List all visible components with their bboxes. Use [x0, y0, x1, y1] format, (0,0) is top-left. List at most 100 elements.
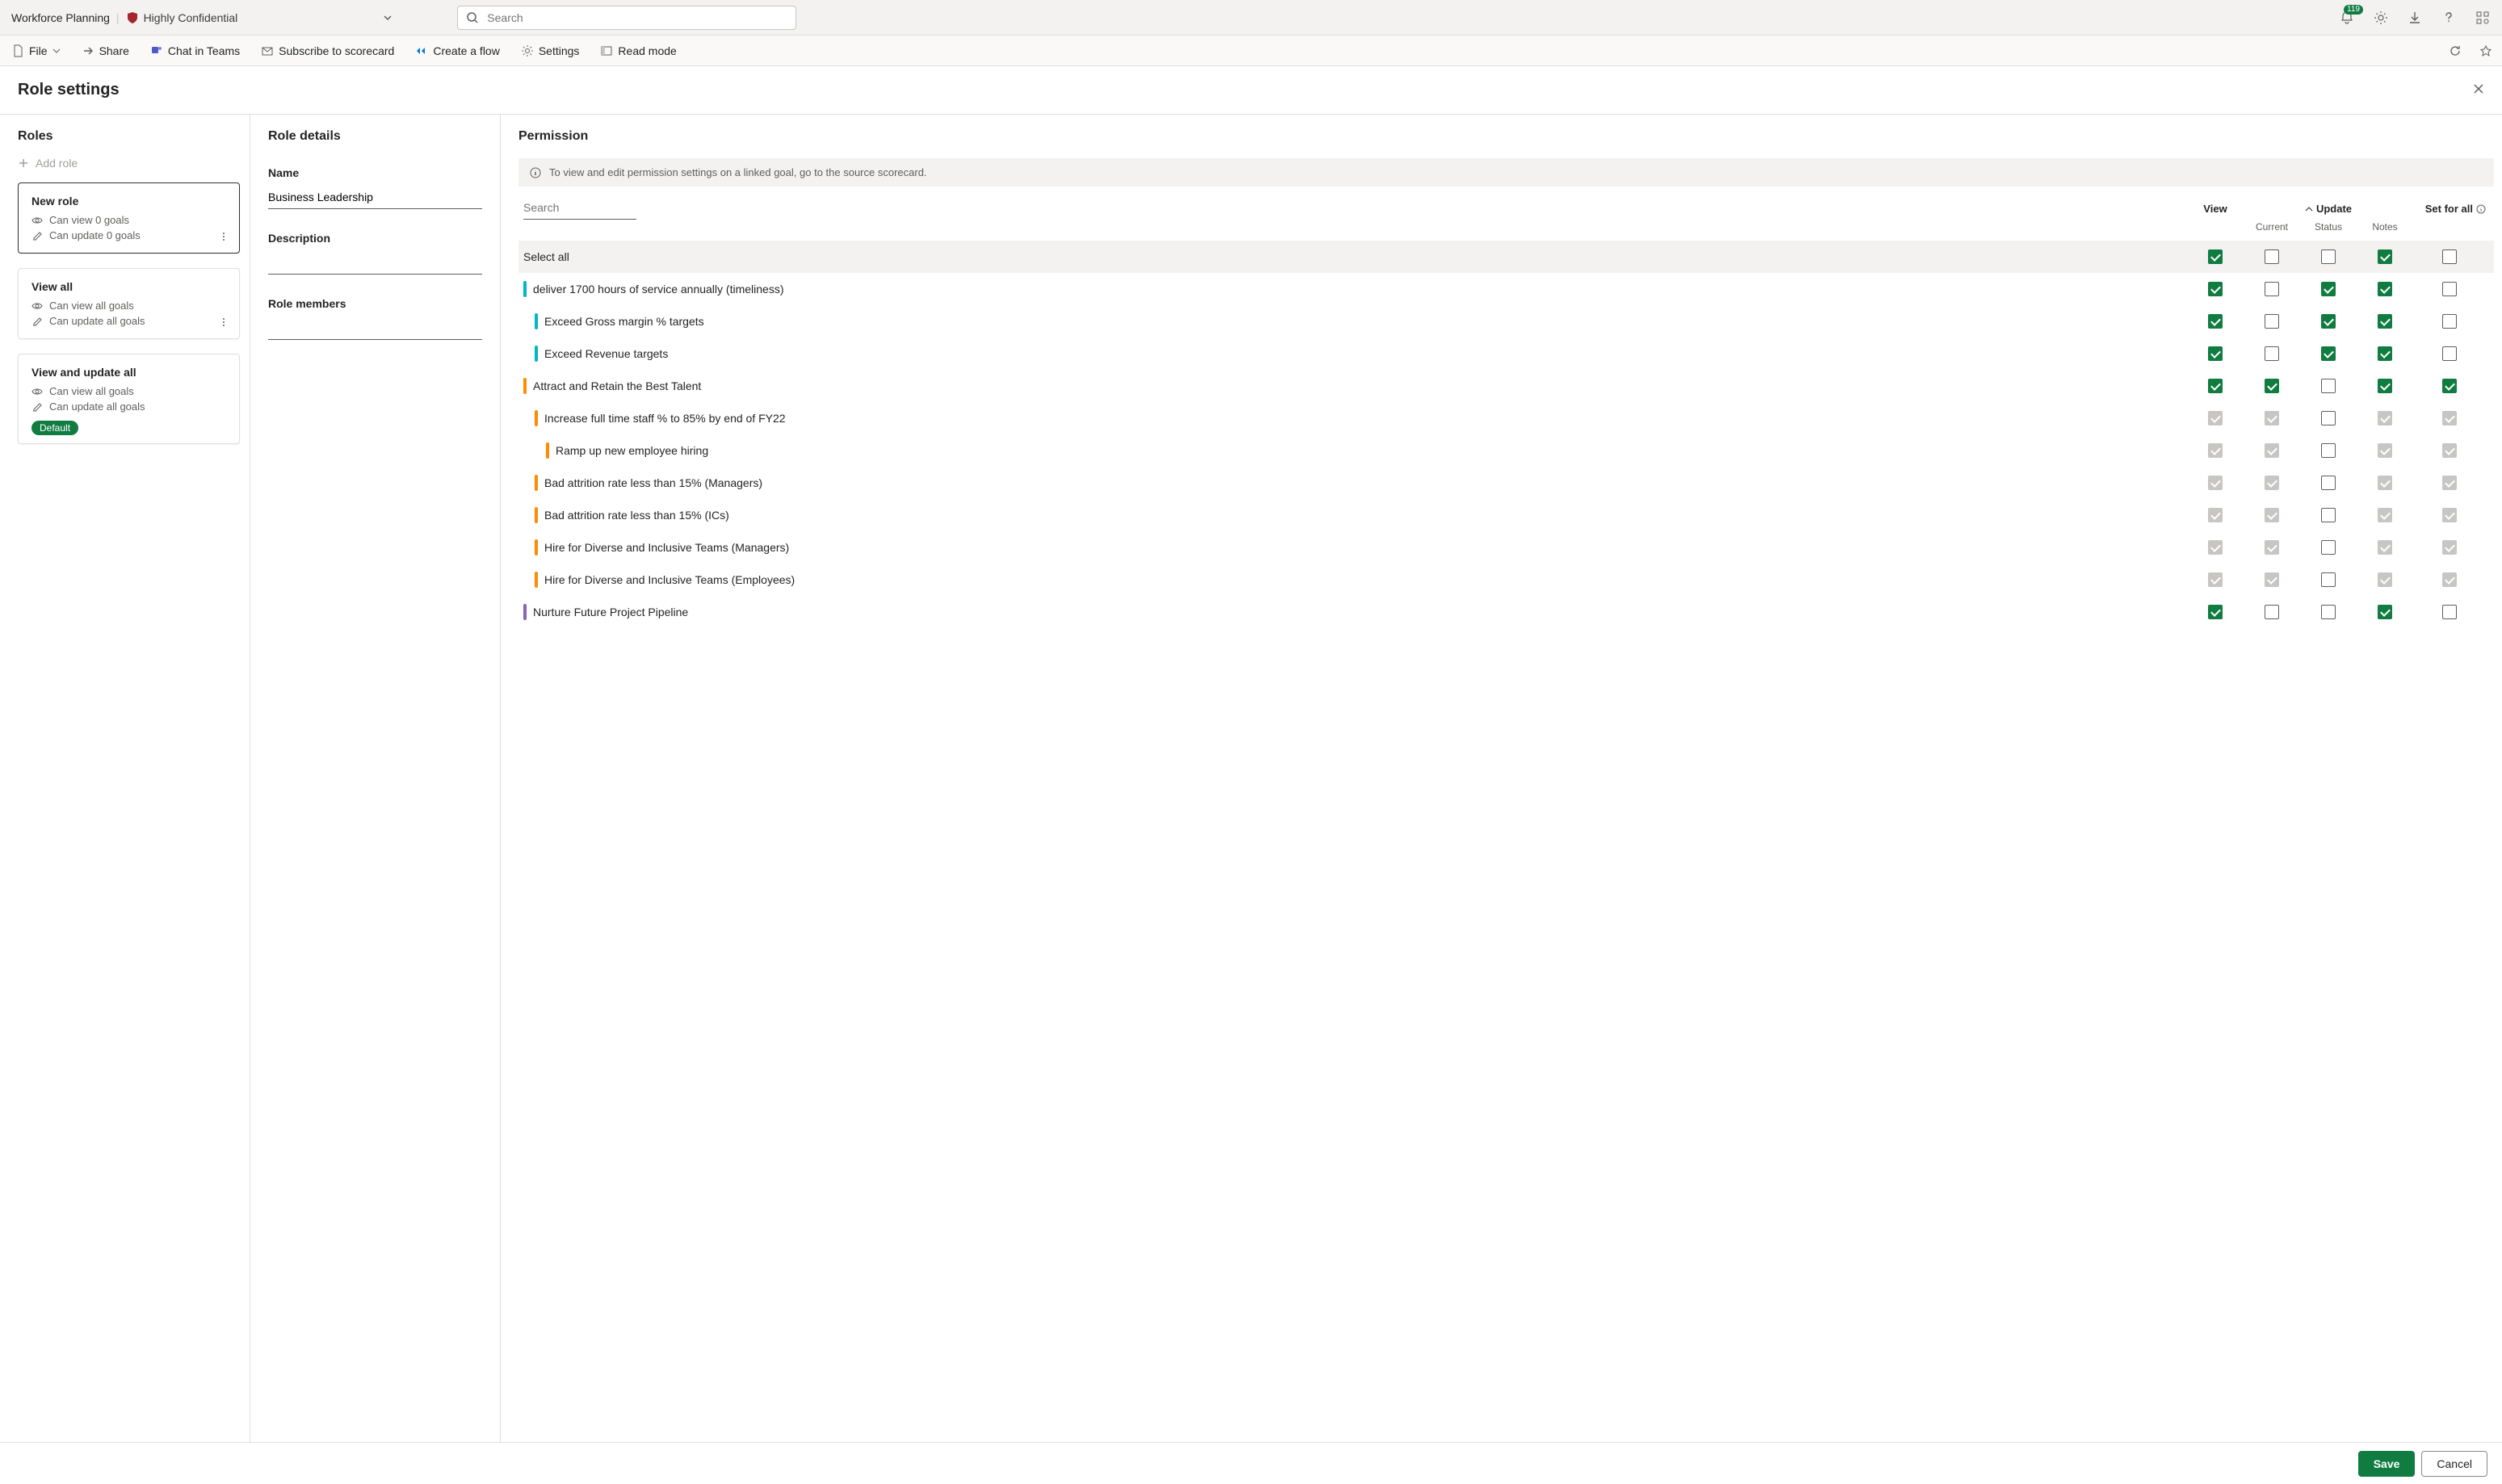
create-flow-button[interactable]: Create a flow: [412, 41, 502, 61]
role-card[interactable]: View allCan view all goalsCan update all…: [18, 268, 240, 339]
checkbox[interactable]: [2321, 379, 2336, 393]
checkbox: [2265, 572, 2279, 587]
permission-row: Attract and Retain the Best Talent: [518, 370, 2494, 402]
app-launcher-button[interactable]: [2475, 10, 2491, 26]
checkbox[interactable]: [2321, 249, 2336, 264]
checkbox[interactable]: [2378, 605, 2392, 619]
checkbox[interactable]: [2321, 540, 2336, 555]
settings-button[interactable]: [2373, 10, 2389, 26]
checkbox[interactable]: [2208, 605, 2223, 619]
add-role-label: Add role: [36, 157, 78, 170]
col-update[interactable]: Update: [2244, 203, 2413, 215]
checkbox[interactable]: [2442, 605, 2457, 619]
checkbox: [2442, 411, 2457, 425]
download-button[interactable]: [2407, 10, 2423, 26]
bookmark-button[interactable]: [2478, 43, 2494, 59]
checkbox[interactable]: [2208, 314, 2223, 329]
chat-teams-button[interactable]: Chat in Teams: [147, 41, 243, 61]
permission-subcolumns: Current Status Notes: [518, 221, 2494, 241]
status-color-tick: [546, 442, 549, 459]
checkbox[interactable]: [2378, 346, 2392, 361]
checkbox: [2378, 540, 2392, 555]
description-input[interactable]: [268, 253, 482, 275]
checkbox[interactable]: [2442, 346, 2457, 361]
role-more-button[interactable]: [215, 313, 233, 333]
save-button[interactable]: Save: [2358, 1451, 2416, 1477]
file-menu[interactable]: File: [8, 41, 64, 61]
checkbox: [2442, 443, 2457, 458]
role-more-button[interactable]: [215, 228, 233, 248]
checkbox[interactable]: [2378, 379, 2392, 393]
close-icon: [2473, 83, 2484, 94]
flow-icon: [415, 44, 428, 57]
share-button[interactable]: Share: [78, 41, 132, 61]
checkbox[interactable]: [2208, 249, 2223, 264]
checkbox[interactable]: [2378, 314, 2392, 329]
goal-cell: Exceed Gross margin % targets: [535, 313, 2187, 329]
refresh-icon: [2449, 44, 2462, 57]
name-input[interactable]: [268, 187, 482, 209]
checkbox[interactable]: [2208, 282, 2223, 296]
checkbox[interactable]: [2321, 476, 2336, 490]
checkbox[interactable]: [2442, 379, 2457, 393]
members-input[interactable]: [268, 318, 482, 340]
role-card-title: View and update all: [31, 366, 226, 379]
col-set-for-all[interactable]: Set for all: [2413, 203, 2486, 215]
download-icon: [2408, 10, 2422, 25]
chevron-up-icon: [2305, 205, 2313, 213]
search-box[interactable]: [457, 6, 796, 30]
goal-label: Increase full time staff % to 85% by end…: [544, 412, 786, 425]
permission-search-input[interactable]: [523, 198, 636, 220]
checkbox[interactable]: [2321, 605, 2336, 619]
confidentiality-badge[interactable]: Highly Confidential: [126, 11, 238, 24]
role-update-line: Can update all goals: [31, 400, 226, 413]
checkbox: [2265, 476, 2279, 490]
checkbox[interactable]: [2265, 282, 2279, 296]
checkbox: [2442, 540, 2457, 555]
checkbox[interactable]: [2321, 346, 2336, 361]
refresh-button[interactable]: [2447, 43, 2463, 59]
role-view-line: Can view 0 goals: [31, 214, 226, 226]
checkbox[interactable]: [2321, 411, 2336, 425]
cancel-button[interactable]: Cancel: [2421, 1451, 2487, 1477]
chevron-down-icon[interactable]: [383, 13, 393, 23]
col-view[interactable]: View: [2187, 203, 2244, 215]
status-color-tick: [535, 507, 538, 523]
read-mode-button[interactable]: Read mode: [597, 41, 679, 61]
add-role-button[interactable]: Add role: [18, 157, 240, 170]
permission-row: Increase full time staff % to 85% by end…: [518, 402, 2494, 434]
checkbox[interactable]: [2208, 379, 2223, 393]
checkbox[interactable]: [2442, 314, 2457, 329]
help-button[interactable]: [2441, 10, 2457, 26]
role-card[interactable]: New roleCan view 0 goalsCan update 0 goa…: [18, 182, 240, 254]
default-badge: Default: [31, 421, 78, 435]
checkbox[interactable]: [2321, 508, 2336, 522]
settings-button-ribbon[interactable]: Settings: [518, 41, 583, 61]
checkbox[interactable]: [2265, 605, 2279, 619]
roles-panel: Roles Add role New roleCan view 0 goalsC…: [0, 115, 250, 1442]
checkbox[interactable]: [2321, 443, 2336, 458]
checkbox[interactable]: [2378, 282, 2392, 296]
notifications-button[interactable]: 119: [2339, 10, 2355, 26]
close-button[interactable]: [2473, 83, 2484, 97]
checkbox[interactable]: [2321, 282, 2336, 296]
checkbox[interactable]: [2378, 249, 2392, 264]
permission-info: To view and edit permission settings on …: [518, 158, 2494, 187]
checkbox[interactable]: [2321, 572, 2336, 587]
subscribe-button[interactable]: Subscribe to scorecard: [258, 41, 397, 61]
search-input[interactable]: [485, 10, 787, 25]
checkbox[interactable]: [2208, 346, 2223, 361]
checkbox: [2208, 476, 2223, 490]
checkbox[interactable]: [2265, 314, 2279, 329]
checkbox[interactable]: [2442, 282, 2457, 296]
checkbox: [2378, 411, 2392, 425]
checkbox[interactable]: [2265, 379, 2279, 393]
teams-icon: [150, 44, 163, 57]
checkbox[interactable]: [2265, 249, 2279, 264]
checkbox[interactable]: [2321, 314, 2336, 329]
checkbox[interactable]: [2442, 249, 2457, 264]
checkbox[interactable]: [2265, 346, 2279, 361]
shield-icon: [126, 11, 139, 24]
checkbox: [2208, 540, 2223, 555]
role-card[interactable]: View and update allCan view all goalsCan…: [18, 354, 240, 444]
